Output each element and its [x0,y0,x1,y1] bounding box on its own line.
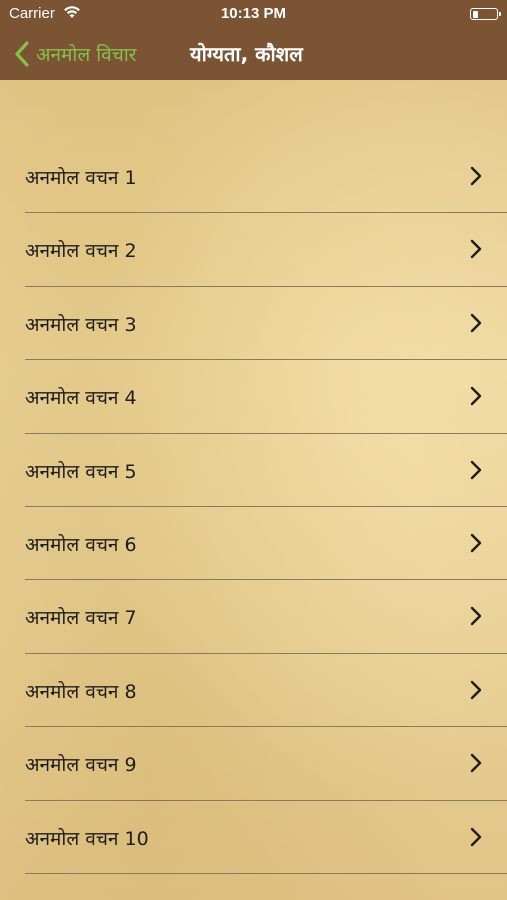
list-item-label: अनमोल वचन 8 [25,680,137,703]
back-button-label: अनमोल विचार [36,44,137,66]
list-item[interactable]: अनमोल वचन 4 [0,360,507,434]
list-item[interactable]: अनमोल वचन 6 [0,507,507,581]
list-item[interactable]: अनमोल वचन 1 [0,140,507,214]
quote-list: अनमोल वचन 1 अनमोल वचन 2 अनमोल वचन 3 अनमोल व… [0,140,507,874]
list-item[interactable]: अनमोल वचन 9 [0,727,507,801]
status-bar: Carrier 10:13 PM [0,0,507,28]
list-item-label: अनमोल वचन 5 [25,460,137,483]
page-title: योग्यता, कौशल [190,42,303,66]
list-item-label: अनमोल वचन 2 [25,240,137,263]
list-item[interactable]: अनमोल वचन 7 [0,580,507,654]
list-item-label: अनमोल वचन 6 [25,533,137,556]
chevron-right-icon [470,386,482,406]
chevron-right-icon [470,533,482,553]
chevron-right-icon [470,753,482,773]
list-item-label: अनमोल वचन 1 [25,167,137,189]
chevron-right-icon [470,313,482,332]
list-item[interactable]: अनमोल वचन 10 [0,801,507,874]
chevron-right-icon [470,166,482,186]
chevron-left-icon [15,41,29,67]
list-item-label: अनमोल वचन 10 [25,827,149,850]
navigation-bar: अनमोल विचार योग्यता, कौशल [0,28,507,80]
list-item[interactable]: अनमोल वचन 2 [0,213,507,287]
list-item-label: अनमोल वचन 3 [25,313,137,336]
list-item-label: अनमोल वचन 4 [25,387,137,410]
chevron-right-icon [470,680,482,699]
list-item[interactable]: अनमोल वचन 5 [0,434,507,507]
row-divider [25,872,507,874]
battery-icon [470,8,501,20]
back-button[interactable]: अनमोल विचार [14,38,137,70]
chevron-right-icon [470,607,482,626]
list-item-label: अनमोल वचन 9 [25,754,137,777]
list-item[interactable]: अनमोल वचन 3 [0,287,507,361]
status-time: 10:13 PM [220,5,287,22]
list-item-label: अनमोल वचन 7 [25,607,137,630]
chevron-right-icon [470,240,482,259]
list-item[interactable]: अनमोल वचन 8 [0,654,507,728]
chevron-right-icon [470,460,482,479]
chevron-right-icon [470,827,482,846]
content-area: अनमोल वचन 1 अनमोल वचन 2 अनमोल वचन 3 अनमोल व… [0,80,507,900]
